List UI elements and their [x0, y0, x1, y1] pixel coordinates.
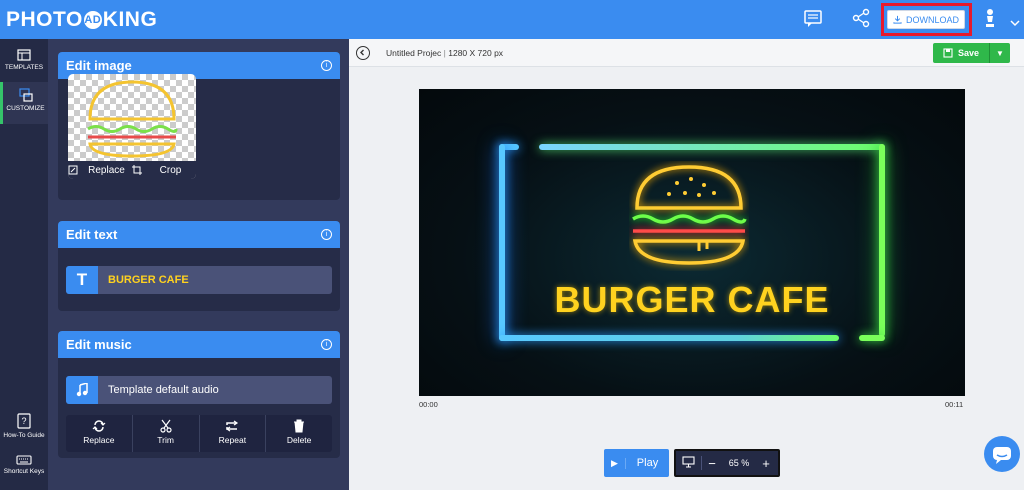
thumbnail-actions: Replace Crop	[68, 161, 196, 179]
play-button[interactable]: ▶ Play	[604, 449, 669, 477]
info-icon[interactable]: i	[321, 339, 332, 350]
info-icon[interactable]: i	[321, 229, 332, 240]
nav-templates-label: TEMPLATES	[4, 64, 44, 71]
text-field-value: BURGER CAFE	[108, 274, 189, 286]
burger-thumbnail-icon	[87, 80, 178, 158]
logo-tail: KING	[102, 8, 158, 31]
video-canvas[interactable]: BURGER CAFE	[419, 89, 965, 396]
editor-area: Untitled Projec | 1280 X 720 px Save ▼ B…	[349, 39, 1024, 490]
text-type-icon: T	[66, 266, 98, 294]
music-delete-button[interactable]: Delete	[266, 415, 332, 452]
app-logo[interactable]: PHOTO AD KING	[6, 8, 157, 32]
music-trim-label: Trim	[157, 435, 174, 445]
left-nav: TEMPLATES CUSTOMIZE ? How-To Guide Short…	[0, 39, 48, 490]
project-title: Untitled Projec	[386, 48, 442, 58]
replace-image-icon	[68, 165, 78, 175]
templates-icon	[17, 49, 31, 61]
timeline-start: 00:00	[419, 400, 438, 409]
project-info[interactable]: Untitled Projec | 1280 X 720 px	[386, 48, 503, 58]
save-dropdown-icon[interactable]: ▼	[990, 49, 1010, 58]
replace-image-label: Replace	[88, 164, 125, 176]
audio-field[interactable]: Template default audio	[66, 376, 332, 404]
music-delete-label: Delete	[286, 435, 312, 445]
nav-howto-label: How-To Guide	[3, 432, 45, 439]
chat-support-button[interactable]	[984, 436, 1020, 472]
nav-shortcuts-label: Shortcut Keys	[3, 468, 45, 475]
back-icon[interactable]	[356, 46, 370, 60]
edit-music-header: Edit music i	[58, 331, 340, 358]
edit-image-title: Edit image	[66, 58, 132, 73]
edit-image-card: Edit image i Replace Crop	[58, 52, 340, 200]
presentation-icon[interactable]	[676, 456, 702, 470]
nav-howto[interactable]: ? How-To Guide	[0, 413, 48, 449]
music-replace-label: Replace	[83, 435, 115, 445]
text-field[interactable]: T BURGER CAFE	[66, 266, 332, 294]
chevron-down-icon[interactable]	[1010, 14, 1020, 36]
repeat-icon	[226, 420, 239, 432]
audio-field-label: Template default audio	[108, 384, 219, 396]
replace-image-button[interactable]: Replace	[68, 165, 132, 176]
chat-icon	[993, 447, 1011, 464]
crop-image-label: Crop	[159, 164, 182, 176]
music-repeat-label: Repeat	[218, 435, 247, 445]
download-highlight-box	[881, 3, 972, 36]
image-thumbnail[interactable]: Replace Crop	[68, 74, 196, 179]
nav-templates[interactable]: TEMPLATES	[0, 49, 48, 85]
help-icon: ?	[17, 413, 31, 429]
zoom-value: 65 %	[728, 458, 750, 468]
nav-customize[interactable]: CUSTOMIZE	[0, 82, 48, 124]
edit-music-title: Edit music	[66, 337, 132, 352]
share-icon[interactable]	[851, 8, 873, 30]
timeline-end: 00:11	[945, 400, 964, 409]
edit-music-card: Edit music i Template default audio Repl…	[58, 331, 340, 458]
music-trim-button[interactable]: Trim	[133, 415, 200, 452]
play-icon: ▶	[604, 457, 626, 469]
svg-text:?: ?	[21, 416, 26, 426]
crop-image-button[interactable]: Crop	[132, 165, 196, 176]
canvas-title-text[interactable]: BURGER CAFE	[419, 279, 965, 321]
music-tools: Replace Trim Repeat Delete	[66, 415, 332, 452]
nav-customize-label: CUSTOMIZE	[6, 105, 45, 112]
crop-icon	[132, 165, 142, 175]
neon-frame-segment	[539, 144, 885, 150]
music-replace-button[interactable]: Replace	[66, 415, 133, 452]
feedback-icon[interactable]	[803, 8, 825, 30]
zoom-in-button[interactable]: +	[756, 456, 776, 471]
neon-burger-icon	[632, 165, 747, 265]
customize-icon	[18, 88, 33, 102]
zoom-out-button[interactable]: −	[702, 456, 722, 471]
customize-panel: Edit image i Replace Crop Edit text i T …	[48, 39, 349, 490]
replace-audio-icon	[92, 420, 106, 432]
music-repeat-button[interactable]: Repeat	[200, 415, 267, 452]
trash-icon	[294, 419, 305, 433]
editor-toolbar: Untitled Projec | 1280 X 720 px Save ▼	[349, 39, 1024, 67]
logo-text: PHOTO	[6, 8, 83, 31]
edit-text-title: Edit text	[66, 227, 118, 242]
zoom-controls: − 65 % +	[674, 449, 780, 477]
save-button-group: Save ▼	[933, 43, 1010, 63]
edit-text-card: Edit text i T BURGER CAFE	[58, 221, 340, 311]
edit-text-header: Edit text i	[58, 221, 340, 248]
keyboard-icon	[16, 455, 32, 465]
scissors-icon	[160, 419, 172, 433]
nav-shortcuts[interactable]: Shortcut Keys	[0, 455, 48, 485]
user-avatar-icon[interactable]	[983, 8, 1005, 30]
save-button[interactable]: Save	[933, 43, 990, 63]
play-label: Play	[636, 457, 659, 469]
music-note-icon	[66, 376, 98, 404]
top-bar: PHOTO AD KING DOWNLOAD	[0, 0, 1024, 39]
info-icon[interactable]: i	[321, 60, 332, 71]
neon-frame-segment	[499, 335, 839, 341]
logo-mark: AD	[83, 11, 102, 29]
neon-frame-segment	[859, 335, 885, 341]
project-dimensions: 1280 X 720 px	[448, 48, 504, 58]
save-icon	[943, 48, 953, 58]
save-label: Save	[957, 48, 980, 58]
